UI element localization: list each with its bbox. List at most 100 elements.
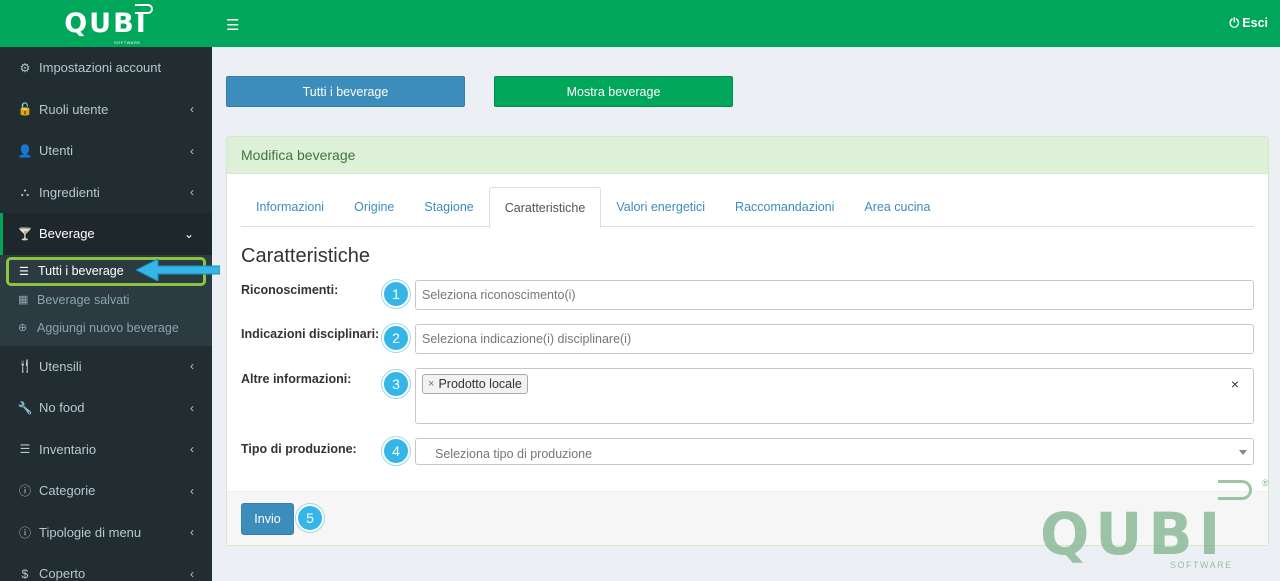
sidebar-item-label: Impostazioni account bbox=[39, 60, 162, 76]
chevron-left-icon: ‹ bbox=[190, 359, 194, 374]
chevron-left-icon: ‹ bbox=[190, 400, 194, 415]
sidebar-item-ingredienti[interactable]: ⛬ Ingredienti ‹ bbox=[0, 172, 212, 214]
hamburger-icon[interactable]: ☰ bbox=[226, 16, 239, 34]
chevron-left-icon: ‹ bbox=[190, 442, 194, 457]
tab-area-cucina[interactable]: Area cucina bbox=[849, 187, 945, 227]
sidebar-item-tipologie-di-menu[interactable]: ⓘ Tipologie di menu ‹ bbox=[0, 512, 212, 554]
sitemap-icon: ⛬ bbox=[20, 184, 30, 199]
sidebar-menu: ⚙ Impostazioni account 🔓 Ruoli utente ‹ … bbox=[0, 47, 212, 581]
sidebar-item-ruoli-utente[interactable]: 🔓 Ruoli utente ‹ bbox=[0, 89, 212, 131]
riconoscimenti-select[interactable]: Seleziona riconoscimento(i) bbox=[415, 280, 1254, 310]
logo-mark-icon bbox=[135, 4, 153, 14]
list-icon: ☰ bbox=[19, 265, 29, 278]
info-icon: ⓘ bbox=[18, 484, 31, 499]
cocktail-glass-icon: 🍸 bbox=[17, 226, 33, 241]
wrench-icon: 🔧 bbox=[17, 400, 33, 415]
tipo-produzione-placeholder: Seleziona tipo di produzione bbox=[435, 446, 593, 461]
sidebar-item-label: No food bbox=[39, 400, 85, 416]
gear-icon: ⚙ bbox=[19, 60, 31, 75]
submenu-item-aggiungi-nuovo-beverage[interactable]: ⊕ Aggiungi nuovo beverage bbox=[0, 314, 212, 342]
step-badge-1: 1 bbox=[382, 280, 410, 308]
section-title: Caratteristiche bbox=[241, 245, 370, 267]
logo-sub: SOFTWARE bbox=[114, 40, 141, 45]
sidebar-item-utenti[interactable]: 👤 Utenti ‹ bbox=[0, 130, 212, 172]
chevron-down-icon: ⌄ bbox=[183, 226, 194, 241]
altre-informazioni-label: Altre informazioni: bbox=[241, 372, 352, 386]
sidebar-item-impostazioni-account[interactable]: ⚙ Impostazioni account bbox=[0, 47, 212, 89]
sidebar-item-label: Tipologie di menu bbox=[39, 524, 142, 540]
tab-caratteristiche[interactable]: Caratteristiche bbox=[488, 187, 602, 228]
selected-tag[interactable]: × Prodotto locale bbox=[422, 374, 528, 394]
watermark-text: QUBI bbox=[1040, 500, 1227, 568]
chevron-left-icon: ‹ bbox=[190, 525, 194, 540]
panel-title: Modifica beverage bbox=[227, 137, 1268, 174]
chevron-left-icon: ‹ bbox=[190, 143, 194, 158]
sidebar-item-utensili[interactable]: 🍴 Utensili ‹ bbox=[0, 346, 212, 388]
sidebar: QUBI SOFTWARE ⚙ Impostazioni account 🔓 R… bbox=[0, 0, 212, 581]
sidebar-item-no-food[interactable]: 🔧 No food ‹ bbox=[0, 387, 212, 429]
sidebar-item-label: Categorie bbox=[39, 483, 96, 499]
indicazioni-placeholder: Seleziona indicazione(i) disciplinare(i) bbox=[422, 332, 632, 346]
submit-button[interactable]: Invio bbox=[241, 503, 294, 535]
watermark-sub: SOFTWARE bbox=[1170, 560, 1233, 570]
watermark-mark-icon bbox=[1218, 480, 1252, 500]
altre-informazioni-select[interactable]: × Prodotto locale × bbox=[415, 368, 1254, 424]
archive-icon: ▦ bbox=[18, 294, 29, 306]
sidebar-item-label: Inventario bbox=[39, 441, 97, 457]
step-badge-3: 3 bbox=[382, 370, 410, 398]
dropdown-arrow-icon bbox=[1239, 450, 1247, 455]
logout-button[interactable]: ⏻ Esci bbox=[1229, 16, 1268, 31]
step-badge-2: 2 bbox=[382, 324, 410, 352]
tab-origine[interactable]: Origine bbox=[339, 187, 409, 227]
chevron-left-icon: ‹ bbox=[190, 566, 194, 581]
sidebar-item-inventario[interactable]: ☰ Inventario ‹ bbox=[0, 429, 212, 471]
qubi-watermark: ® QUBI SOFTWARE bbox=[1040, 478, 1280, 581]
indicazioni-select[interactable]: Seleziona indicazione(i) disciplinare(i) bbox=[415, 324, 1254, 354]
tab-informazioni[interactable]: Informazioni bbox=[241, 187, 339, 227]
user-icon: 👤 bbox=[17, 143, 33, 158]
submenu-item-label: Aggiungi nuovo beverage bbox=[37, 320, 179, 335]
clear-icon[interactable]: × bbox=[1231, 376, 1239, 392]
plus-circle-icon: ⊕ bbox=[18, 322, 28, 334]
dollar-icon: $ bbox=[21, 566, 29, 581]
sidebar-item-label: Ingredienti bbox=[39, 184, 100, 200]
sidebar-item-beverage[interactable]: 🍸 Beverage ⌄ bbox=[0, 213, 212, 255]
tipo-produzione-label: Tipo di produzione: bbox=[241, 442, 357, 456]
tag-label: Prodotto locale bbox=[438, 377, 522, 391]
sidebar-item-coperto[interactable]: $ Coperto ‹ bbox=[0, 553, 212, 581]
sidebar-item-label: Utenti bbox=[39, 143, 73, 159]
chevron-left-icon: ‹ bbox=[190, 483, 194, 498]
power-icon: ⏻ bbox=[1229, 16, 1240, 30]
top-navbar: ☰ ⏻ Esci bbox=[212, 0, 1280, 47]
tab-raccomandazioni[interactable]: Raccomandazioni bbox=[720, 187, 849, 227]
sidebar-item-label: Beverage bbox=[39, 226, 95, 242]
sidebar-item-label: Utensili bbox=[39, 358, 82, 374]
indicazioni-label: Indicazioni disciplinari: bbox=[241, 327, 380, 341]
all-beverage-button[interactable]: Tutti i beverage bbox=[226, 76, 465, 107]
unlock-icon: 🔓 bbox=[17, 102, 33, 117]
list-icon: ☰ bbox=[19, 442, 31, 457]
chevron-left-icon: ‹ bbox=[190, 102, 194, 117]
sidebar-item-categorie[interactable]: ⓘ Categorie ‹ bbox=[0, 470, 212, 512]
sidebar-item-label: Ruoli utente bbox=[39, 101, 109, 117]
tipo-produzione-select[interactable]: Seleziona tipo di produzione bbox=[415, 438, 1254, 465]
submenu-item-label: Beverage salvati bbox=[37, 292, 130, 307]
brand-logo[interactable]: QUBI SOFTWARE bbox=[0, 0, 212, 47]
show-beverage-button[interactable]: Mostra beverage bbox=[494, 76, 733, 107]
cutlery-icon: 🍴 bbox=[17, 359, 33, 374]
submenu-item-beverage-salvati[interactable]: ▦ Beverage salvati bbox=[0, 286, 212, 314]
info-icon: ⓘ bbox=[18, 525, 31, 540]
step-badge-4: 4 bbox=[382, 437, 410, 465]
logout-label: Esci bbox=[1242, 16, 1268, 30]
tab-valori-energetici[interactable]: Valori energetici bbox=[601, 187, 720, 227]
riconoscimenti-label: Riconoscimenti: bbox=[241, 283, 339, 297]
submenu-item-label: Tutti i beverage bbox=[38, 264, 124, 278]
chevron-left-icon: ‹ bbox=[190, 185, 194, 200]
sidebar-item-label: Coperto bbox=[39, 566, 86, 581]
tab-bar: Informazioni Origine Stagione Caratteris… bbox=[241, 187, 1254, 228]
annotation-arrow-icon bbox=[136, 259, 220, 281]
step-badge-5: 5 bbox=[296, 504, 324, 532]
tag-remove-icon[interactable]: × bbox=[428, 378, 434, 390]
tab-stagione[interactable]: Stagione bbox=[409, 187, 488, 227]
riconoscimenti-placeholder: Seleziona riconoscimento(i) bbox=[422, 288, 576, 302]
